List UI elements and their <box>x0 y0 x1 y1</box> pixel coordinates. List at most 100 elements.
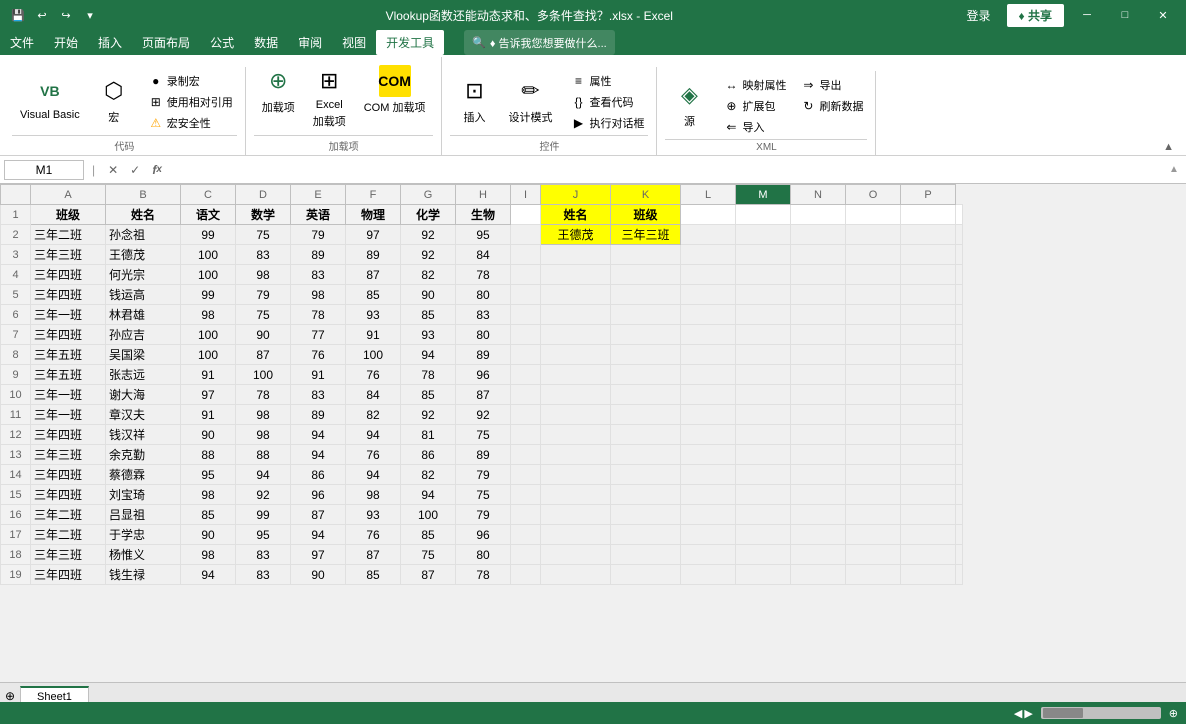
table-cell[interactable]: 姓名 <box>106 205 181 225</box>
table-cell[interactable] <box>956 305 963 325</box>
table-cell[interactable] <box>901 305 956 325</box>
table-cell[interactable] <box>791 385 846 405</box>
table-cell[interactable] <box>736 245 791 265</box>
col-header-L[interactable]: L <box>681 185 736 205</box>
table-cell[interactable]: 95 <box>236 525 291 545</box>
table-cell[interactable] <box>846 325 901 345</box>
table-cell[interactable] <box>846 385 901 405</box>
table-cell[interactable]: 三年四班 <box>31 425 106 445</box>
row-number[interactable]: 16 <box>1 505 31 525</box>
table-cell[interactable] <box>956 265 963 285</box>
redo-btn[interactable]: ↪ <box>56 5 76 25</box>
share-button[interactable]: ♦ 共享 <box>1007 4 1064 27</box>
table-cell[interactable]: 94 <box>291 425 346 445</box>
source-button[interactable]: ◈ 源 <box>665 75 713 133</box>
table-cell[interactable]: 87 <box>456 385 511 405</box>
table-cell[interactable] <box>736 225 791 245</box>
row-number[interactable]: 8 <box>1 345 31 365</box>
table-cell[interactable]: 91 <box>346 325 401 345</box>
add-ins-button[interactable]: ⊕ 加载项 <box>254 61 303 119</box>
table-cell[interactable]: 97 <box>181 385 236 405</box>
table-cell[interactable] <box>956 545 963 565</box>
table-cell[interactable]: 99 <box>181 285 236 305</box>
table-cell[interactable]: 85 <box>346 285 401 305</box>
table-cell[interactable] <box>791 265 846 285</box>
confirm-formula-button[interactable]: ✓ <box>125 160 145 180</box>
table-cell[interactable]: 84 <box>456 245 511 265</box>
table-cell[interactable] <box>846 505 901 525</box>
table-cell[interactable]: 94 <box>181 565 236 585</box>
table-cell[interactable] <box>791 465 846 485</box>
table-cell[interactable]: 何光宗 <box>106 265 181 285</box>
table-cell[interactable]: 76 <box>346 365 401 385</box>
row-number[interactable]: 18 <box>1 545 31 565</box>
row-number[interactable]: 9 <box>1 365 31 385</box>
col-header-N[interactable]: N <box>791 185 846 205</box>
table-cell[interactable]: 孙应吉 <box>106 325 181 345</box>
table-cell[interactable] <box>791 425 846 445</box>
col-header-D[interactable]: D <box>236 185 291 205</box>
table-cell[interactable] <box>901 565 956 585</box>
table-cell[interactable] <box>791 325 846 345</box>
table-cell[interactable] <box>736 205 791 225</box>
table-cell[interactable] <box>511 425 541 445</box>
scroll-left-icon[interactable]: ◀ <box>1014 707 1022 720</box>
table-cell[interactable] <box>681 545 736 565</box>
menu-pagelayout[interactable]: 页面布局 <box>132 30 200 55</box>
table-cell[interactable] <box>846 565 901 585</box>
table-cell[interactable] <box>956 365 963 385</box>
table-cell[interactable] <box>511 225 541 245</box>
table-cell[interactable]: 98 <box>181 305 236 325</box>
table-cell[interactable] <box>956 565 963 585</box>
table-cell[interactable]: 吴国梁 <box>106 345 181 365</box>
table-cell[interactable] <box>736 265 791 285</box>
row-number[interactable]: 7 <box>1 325 31 345</box>
table-cell[interactable] <box>681 465 736 485</box>
row-number[interactable]: 10 <box>1 385 31 405</box>
table-cell[interactable]: 孙念祖 <box>106 225 181 245</box>
insert-ctrl-button[interactable]: ⊡ 插入 <box>450 71 498 129</box>
table-cell[interactable] <box>846 485 901 505</box>
row-number[interactable]: 13 <box>1 445 31 465</box>
col-header-C[interactable]: C <box>181 185 236 205</box>
table-cell[interactable]: 87 <box>346 265 401 285</box>
table-cell[interactable] <box>541 485 611 505</box>
menu-review[interactable]: 审阅 <box>288 30 332 55</box>
table-cell[interactable] <box>901 285 956 305</box>
table-cell[interactable] <box>956 445 963 465</box>
login-button[interactable]: 登录 <box>959 5 999 26</box>
table-cell[interactable]: 94 <box>291 445 346 465</box>
spreadsheet-container[interactable]: A B C D E F G H I J K L M N O P <box>0 184 1186 682</box>
table-cell[interactable]: 89 <box>456 445 511 465</box>
table-cell[interactable] <box>736 505 791 525</box>
table-cell[interactable]: 88 <box>181 445 236 465</box>
row-number[interactable]: 11 <box>1 405 31 425</box>
table-cell[interactable]: 75 <box>236 225 291 245</box>
table-cell[interactable]: 94 <box>401 345 456 365</box>
table-cell[interactable] <box>681 525 736 545</box>
table-cell[interactable] <box>611 285 681 305</box>
table-cell[interactable] <box>611 305 681 325</box>
table-cell[interactable]: 98 <box>291 285 346 305</box>
table-cell[interactable] <box>956 345 963 365</box>
table-cell[interactable]: 93 <box>401 325 456 345</box>
table-cell[interactable] <box>511 245 541 265</box>
table-cell[interactable] <box>846 245 901 265</box>
table-cell[interactable]: 90 <box>181 425 236 445</box>
table-cell[interactable]: 80 <box>456 285 511 305</box>
table-cell[interactable] <box>956 525 963 545</box>
col-header-E[interactable]: E <box>291 185 346 205</box>
table-cell[interactable]: 三年四班 <box>31 265 106 285</box>
table-cell[interactable] <box>956 485 963 505</box>
table-cell[interactable] <box>846 345 901 365</box>
table-cell[interactable]: 90 <box>181 525 236 545</box>
table-cell[interactable] <box>846 445 901 465</box>
table-cell[interactable] <box>901 445 956 465</box>
row-number[interactable]: 2 <box>1 225 31 245</box>
table-cell[interactable] <box>791 565 846 585</box>
table-cell[interactable]: 75 <box>456 485 511 505</box>
row-number[interactable]: 3 <box>1 245 31 265</box>
table-cell[interactable]: 93 <box>346 505 401 525</box>
table-cell[interactable] <box>541 305 611 325</box>
maximize-button[interactable]: □ <box>1110 5 1140 25</box>
